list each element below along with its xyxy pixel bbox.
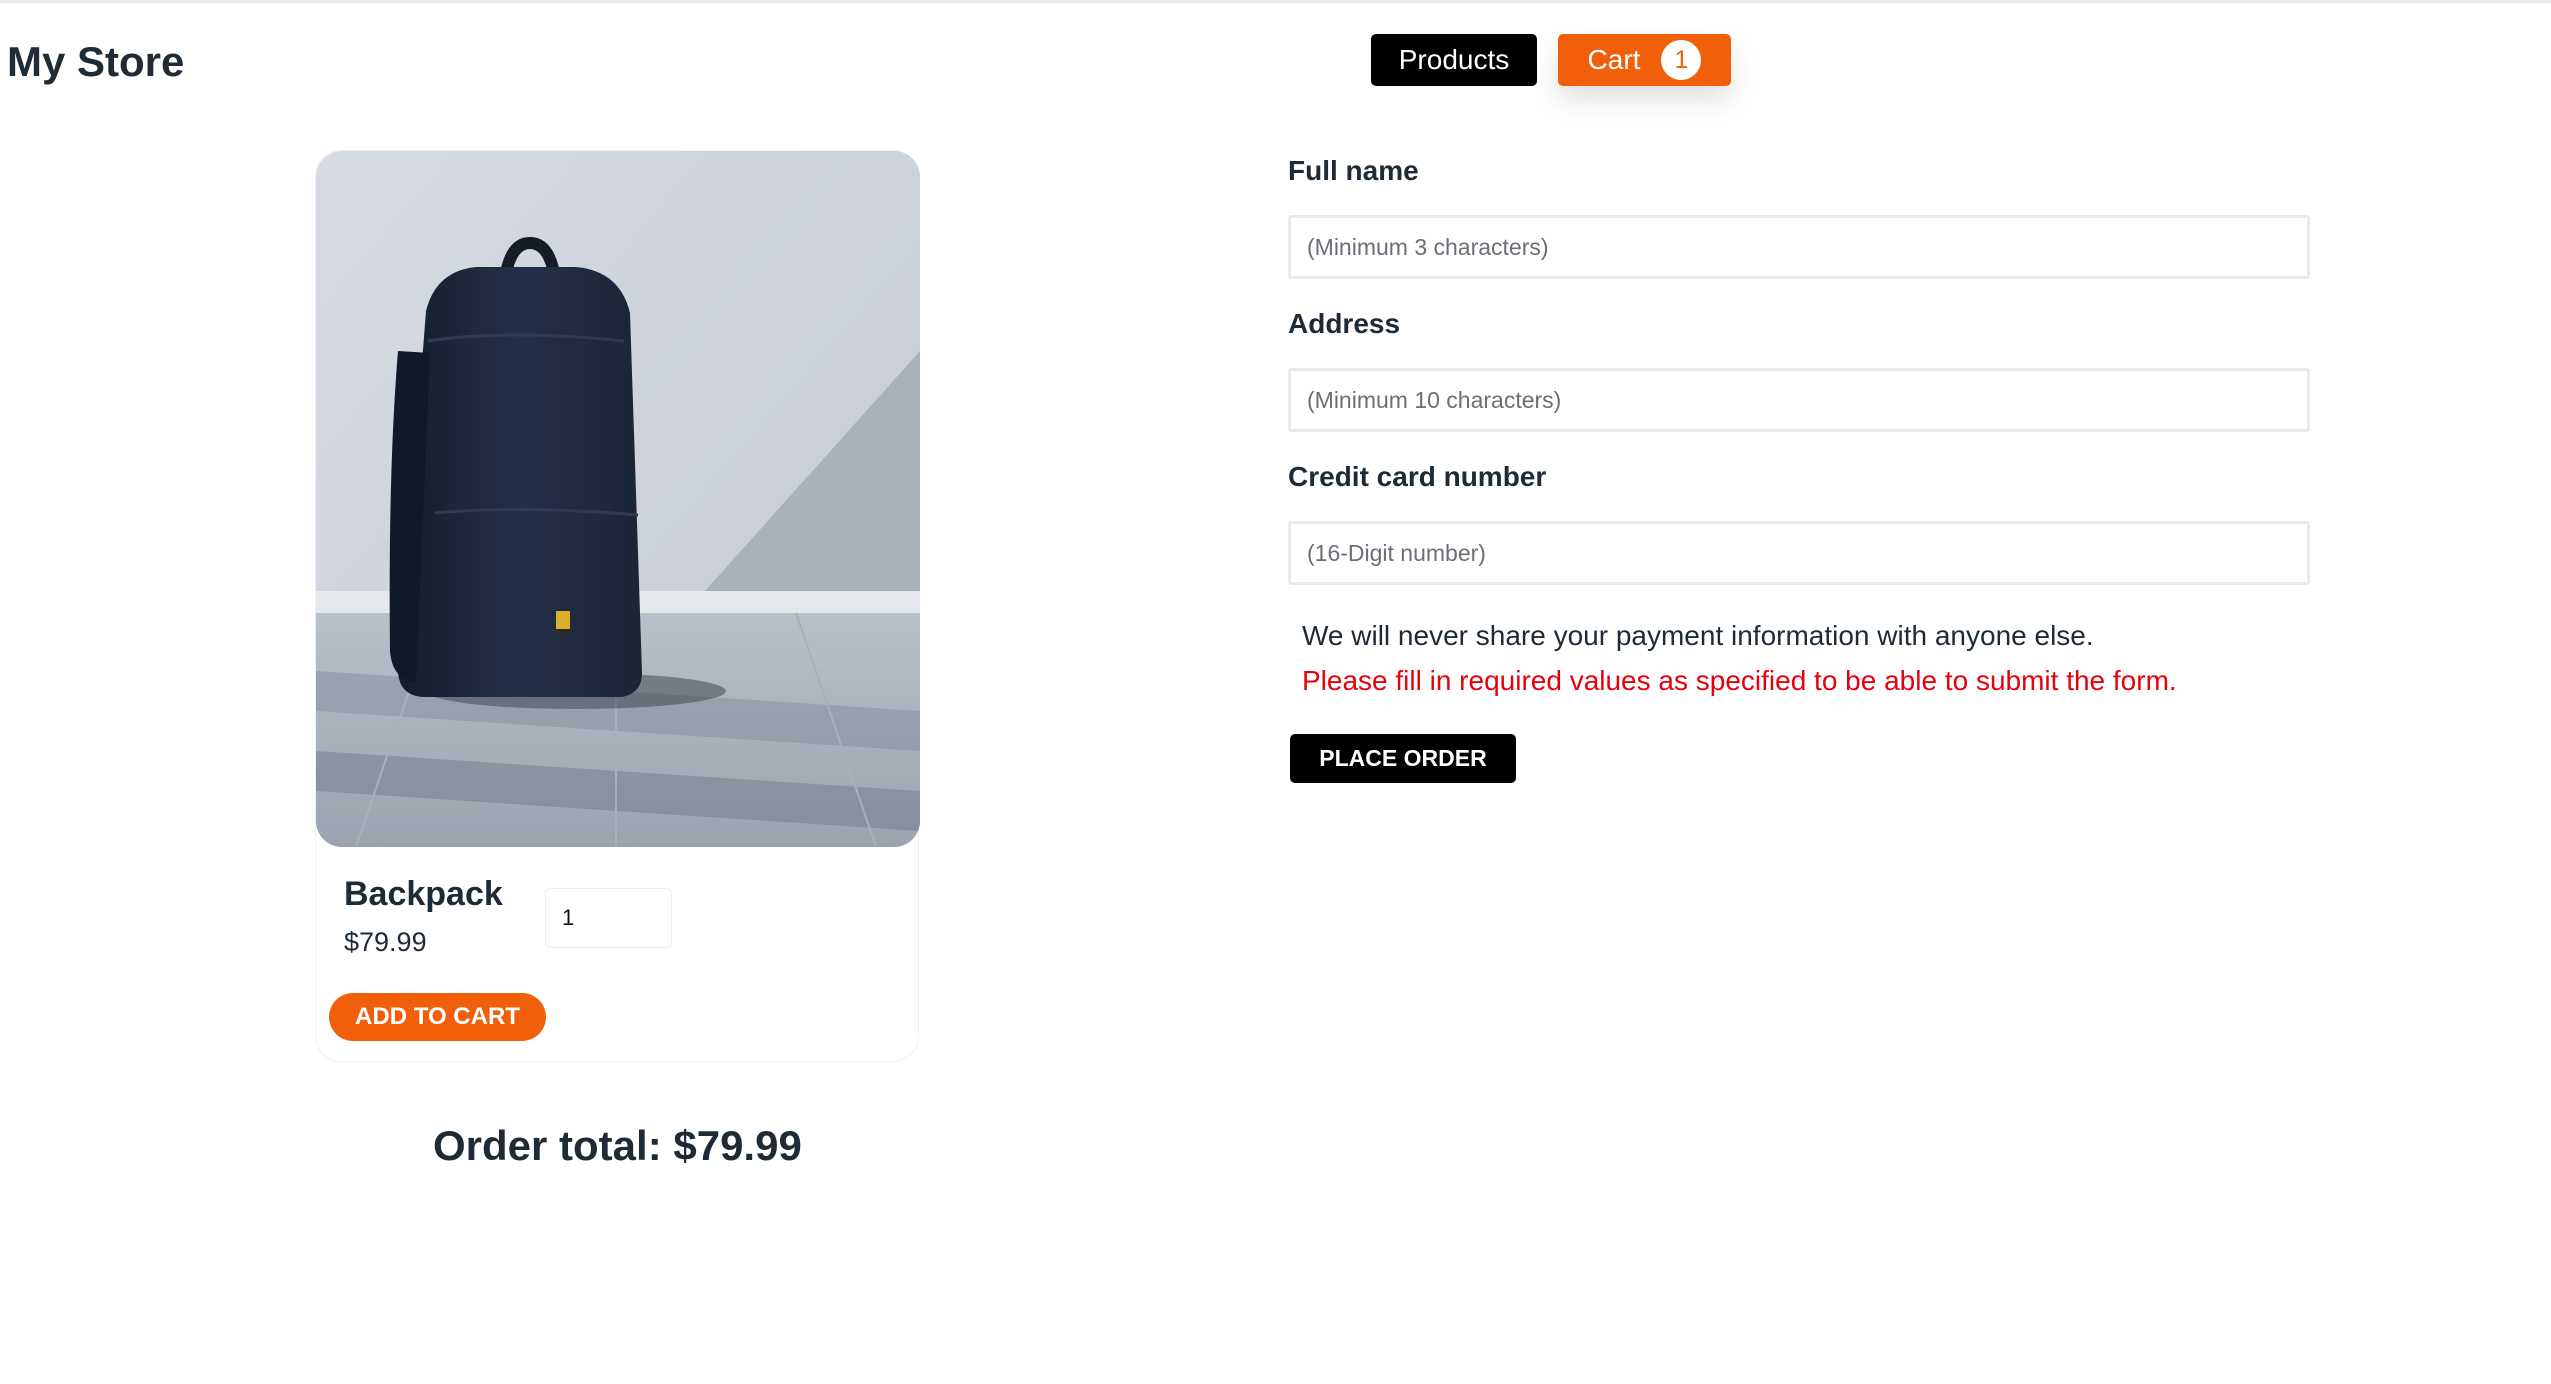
quantity-input[interactable] [545, 888, 672, 948]
top-nav: Products Cart 1 [1371, 34, 1731, 86]
cart-count-badge: 1 [1661, 40, 1702, 80]
form-error-message: Please fill in required values as specif… [1302, 665, 2177, 696]
cart-nav-button[interactable]: Cart 1 [1558, 34, 1731, 86]
store-title: My Store [7, 38, 185, 85]
top-border [0, 0, 2551, 3]
credit-card-field[interactable] [1288, 521, 2310, 585]
product-name: Backpack [344, 875, 503, 913]
order-total: Order total: $79.99 [433, 1122, 802, 1169]
privacy-note: We will never share your payment informa… [1302, 620, 2094, 651]
address-label: Address [1288, 308, 1401, 339]
product-image [316, 151, 920, 847]
cart-label: Cart [1587, 44, 1641, 75]
full-name-field[interactable] [1288, 215, 2310, 279]
add-to-cart-button[interactable]: ADD TO CART [329, 993, 546, 1041]
credit-card-label: Credit card number [1288, 461, 1547, 492]
product-price: $79.99 [344, 927, 427, 957]
full-name-label: Full name [1288, 155, 1419, 186]
address-field[interactable] [1288, 368, 2310, 432]
products-nav-button[interactable]: Products [1371, 34, 1537, 86]
backpack-photo-icon [316, 151, 920, 847]
place-order-button[interactable]: PLACE ORDER [1290, 734, 1516, 783]
product-card: Backpack $79.99 ADD TO CART [315, 150, 920, 1062]
